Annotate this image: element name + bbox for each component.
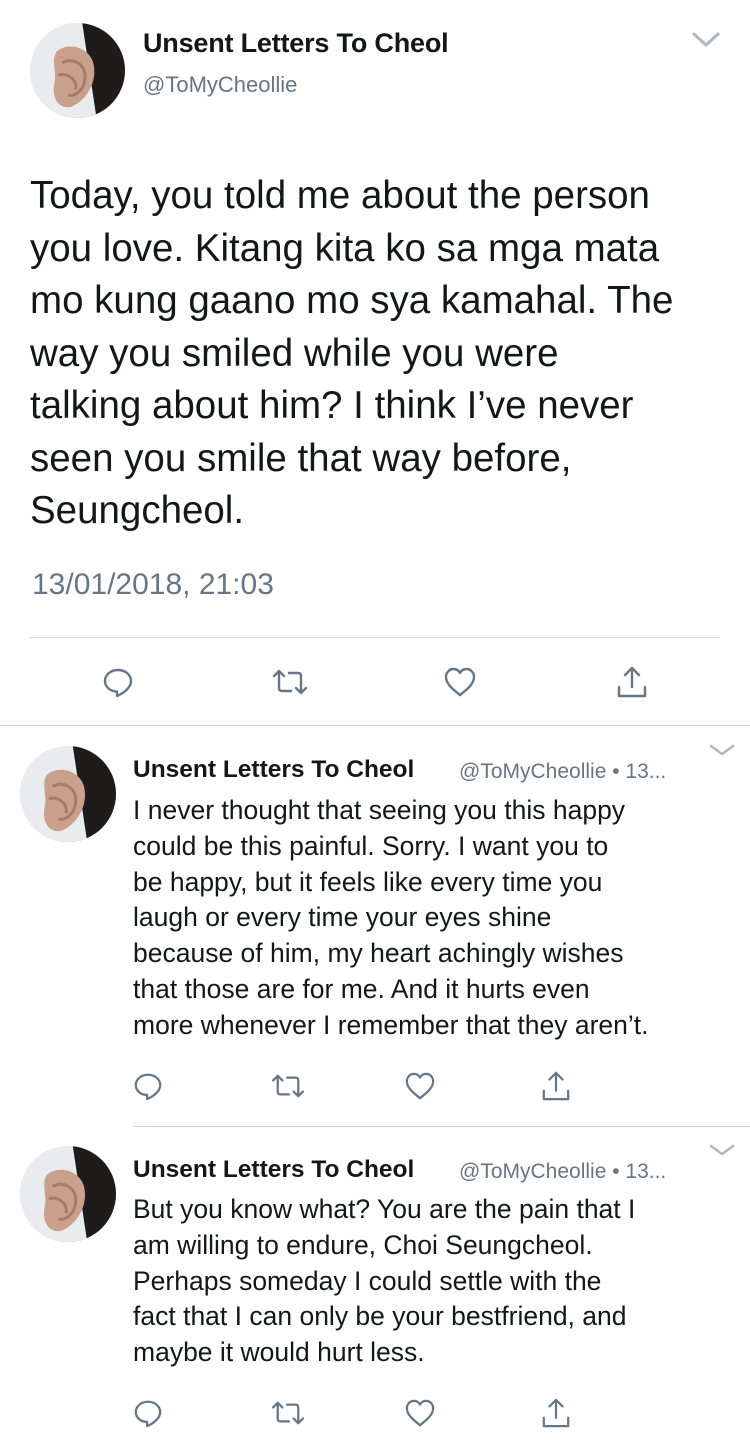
divider	[0, 725, 750, 726]
share-button[interactable]	[612, 662, 652, 702]
like-button[interactable]	[400, 1066, 440, 1106]
tweet-text-line: I never thought that seeing you this hap…	[133, 795, 626, 825]
display-name[interactable]: Unsent Letters To Cheol	[143, 28, 449, 59]
tweet-text-line: Today, you told me about the person	[30, 174, 650, 217]
display-name[interactable]: Unsent Letters To Cheol	[133, 1156, 414, 1184]
reply-button[interactable]	[128, 1393, 168, 1433]
avatar-image	[20, 1146, 116, 1242]
like-button[interactable]	[440, 662, 480, 702]
share-icon	[542, 1398, 570, 1428]
tweet-text-line: Seungcheol.	[30, 489, 245, 532]
display-name[interactable]: Unsent Letters To Cheol	[133, 756, 414, 784]
retweet-icon	[271, 1074, 305, 1098]
reply-icon	[134, 1400, 162, 1428]
tweet-text: I never thought that seeing you this hap…	[133, 793, 733, 1044]
handle-and-time[interactable]: @ToMyCheollie • 13...	[459, 760, 666, 784]
reply-button[interactable]	[128, 1066, 168, 1106]
tweet-text-line: that those are for me. And it hurts even	[133, 973, 590, 1004]
like-icon	[405, 1399, 435, 1427]
chevron-down-icon[interactable]	[707, 742, 737, 758]
tweet-text-line: But you know what? You are the pain that…	[133, 1194, 636, 1224]
tweet-text-line: talking about him? I think I’ve never	[30, 384, 634, 427]
retweet-button[interactable]	[268, 1066, 308, 1106]
tweet-text-line: could be this painful. Sorry. I want you…	[133, 830, 609, 861]
tweet-text-line: you love. Kitang kita ko sa mga mata	[30, 226, 660, 270]
like-icon	[405, 1072, 435, 1100]
avatar[interactable]	[20, 746, 116, 842]
share-button[interactable]	[536, 1066, 576, 1106]
chevron-down-icon[interactable]	[707, 1142, 737, 1158]
tweet-text-line: am willing to endure, Choi Seungcheol.	[133, 1229, 593, 1260]
retweet-button[interactable]	[270, 662, 310, 702]
reply-icon	[134, 1073, 162, 1101]
divider	[30, 637, 720, 638]
retweet-icon	[271, 1401, 305, 1425]
tweet-text-line: seen you smile that way before,	[30, 436, 572, 480]
tweet-text-line: mo kung gaano mo sya kamahal. The	[30, 279, 674, 322]
share-button[interactable]	[536, 1393, 576, 1433]
reply-button[interactable]	[98, 662, 138, 702]
handle-and-time[interactable]: @ToMyCheollie • 13...	[459, 1160, 666, 1184]
share-icon	[617, 666, 647, 698]
share-icon	[542, 1071, 570, 1101]
avatar-image	[20, 746, 116, 842]
tweet-text-line: maybe it would hurt less.	[133, 1337, 425, 1368]
tweet-text-line: fact that I can only be your bestfriend,…	[133, 1301, 627, 1332]
reply-icon	[103, 668, 133, 698]
avatar-image	[30, 23, 125, 118]
retweet-button[interactable]	[268, 1393, 308, 1433]
chevron-down-icon[interactable]	[690, 30, 722, 50]
tweet-text: But you know what? You are the pain that…	[133, 1192, 733, 1371]
like-button[interactable]	[400, 1393, 440, 1433]
tweet-text-line: be happy, but it feels like every time y…	[133, 866, 603, 897]
tweet-text-line: because of him, my heart achingly wishes	[133, 938, 624, 969]
tweet-text-line: more whenever I remember that they aren’…	[133, 1009, 649, 1040]
handle[interactable]: @ToMyCheollie	[143, 72, 297, 98]
retweet-icon	[272, 669, 308, 695]
divider	[133, 1126, 750, 1127]
timestamp[interactable]: 13/01/2018, 21:03	[32, 568, 274, 602]
tweet-text-line: way you smiled while you were	[30, 331, 559, 375]
avatar[interactable]	[30, 23, 125, 118]
tweet-text-line: laugh or every time your eyes shine	[133, 902, 552, 933]
tweet-text-line: Perhaps someday I could settle with the	[133, 1265, 602, 1296]
like-icon	[444, 667, 476, 697]
avatar[interactable]	[20, 1146, 116, 1242]
tweet-text: Today, you told me about the person you …	[30, 170, 730, 538]
